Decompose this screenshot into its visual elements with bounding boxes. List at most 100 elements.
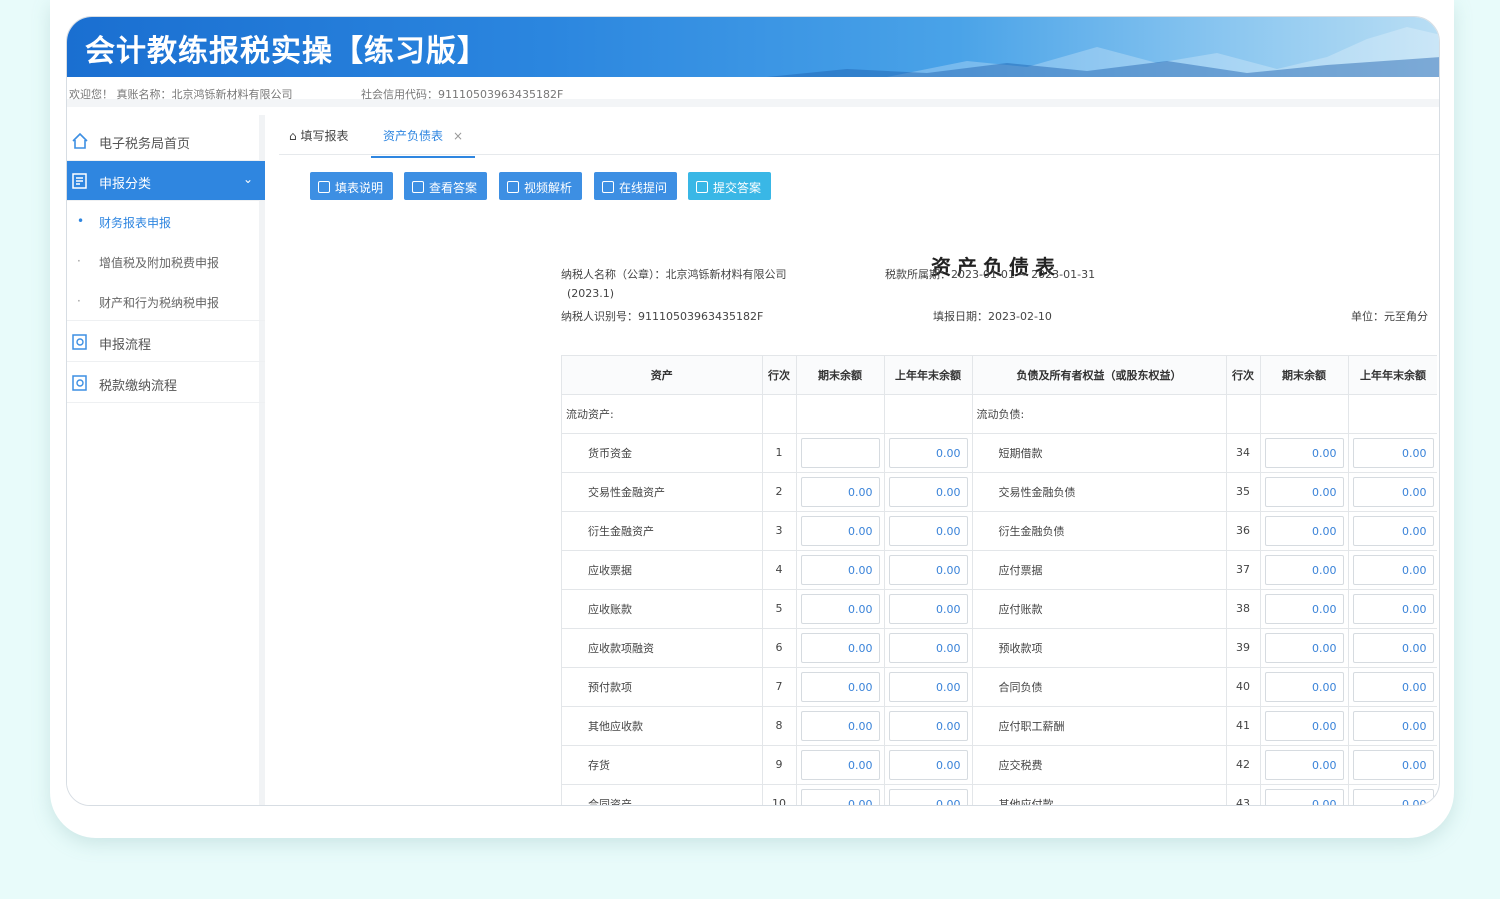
liability-line-no: 42 [1226,745,1261,785]
section-label-current-liabilities: 流动负债: [972,394,1227,434]
asset-prev-balance-input[interactable]: 0.00 [888,554,968,585]
table-row: 应收票据 4 0.00 0.00 应付票据 37 0.00 0.00 [562,550,1437,590]
liability-end-balance-input[interactable]: 0.00 [1264,554,1344,585]
liability-end-balance-input[interactable]: 0.00 [1264,515,1344,546]
header-liabilities-equity: 负债及所有者权益（或股东权益） [972,356,1227,395]
liability-line-no: 39 [1226,628,1261,668]
asset-end-balance-input[interactable]: 0.00 [800,710,880,741]
asset-prev-balance-input[interactable]: 0.00 [888,710,968,741]
liability-name: 短期借款 [972,433,1227,473]
tab-balance-sheet[interactable]: 资产负债表 × [371,127,476,158]
section-row: 流动资产: 流动负债: [562,394,1437,434]
asset-end-balance-input[interactable]: 0.00 [800,515,880,546]
asset-end-balance-input[interactable]: 0.00 [800,749,880,780]
liability-name: 应付职工薪酬 [972,706,1227,746]
value-cell: 0.00 [1260,589,1349,629]
value-cell: 0.00 [884,706,973,746]
asset-end-balance-input[interactable]: 0.00 [800,788,880,805]
fill-date: 填报日期：2023-02-10 [933,310,1052,323]
liability-prev-balance-input[interactable]: 0.00 [1352,632,1434,663]
unit-label: 单位：元至角分 [1351,310,1428,323]
liability-name: 衍生金融负债 [972,511,1227,551]
sidebar-item-label: 申报流程 [99,338,152,353]
asset-name: 应收票据 [562,550,763,590]
header-end-balance: 期末余额 [796,356,885,395]
sidebar-subitem-financial-report[interactable]: • 财务报表申报 [67,201,265,241]
asset-end-balance-input[interactable]: 0.00 [800,632,880,663]
value-cell: 0.00 [884,589,973,629]
liability-line-no: 35 [1226,472,1261,512]
value-cell [796,433,885,473]
asset-end-balance-input[interactable]: 0.00 [800,554,880,585]
value-cell: 0.00 [884,550,973,590]
home-icon [72,132,88,149]
asset-prev-balance-input[interactable]: 0.00 [888,515,968,546]
asset-name: 其他应收款 [562,706,763,746]
liability-end-balance-input[interactable]: 0.00 [1264,671,1344,702]
liability-prev-balance-input[interactable]: 0.00 [1352,476,1434,507]
header-prev-year-balance: 上年年末余额 [884,356,973,395]
app-banner: 会计教练报税实操【练习版】 [67,17,1439,77]
value-cell: 0.00 [1260,628,1349,668]
liability-prev-balance-input[interactable]: 0.00 [1352,671,1434,702]
liability-end-balance-input[interactable]: 0.00 [1264,749,1344,780]
liability-end-balance-input[interactable]: 0.00 [1264,710,1344,741]
liability-end-balance-input[interactable]: 0.00 [1264,593,1344,624]
asset-prev-balance-input[interactable]: 0.00 [888,788,968,805]
sidebar-subitem-property-tax[interactable]: · 财产和行为税纳税申报 [67,281,265,321]
sidebar-item-declaration-flow[interactable]: 申报流程 [67,322,265,362]
liability-name: 应付票据 [972,550,1227,590]
asset-prev-balance-input[interactable]: 0.00 [888,749,968,780]
liability-prev-balance-input[interactable]: 0.00 [1352,593,1434,624]
asset-prev-balance-input[interactable]: 0.00 [888,593,968,624]
fill-instructions-button[interactable]: 填表说明 [310,172,394,200]
asset-end-balance-input[interactable]: 0.00 [800,593,880,624]
table-row: 衍生金融资产 3 0.00 0.00 衍生金融负债 36 0.00 0.00 [562,511,1437,551]
sidebar-item-declaration-category[interactable]: 申报分类 ⌄ [67,161,265,201]
close-icon[interactable]: × [453,129,463,143]
chevron-down-icon: ⌄ [242,172,253,186]
liability-prev-balance-input[interactable]: 0.00 [1352,554,1434,585]
asset-prev-balance-input[interactable]: 0.00 [888,671,968,702]
asset-line-no: 4 [762,550,797,590]
value-cell: 0.00 [1348,667,1437,707]
tab-fill-report[interactable]: ⌂ 填写报表 [289,127,348,144]
asset-end-balance-input[interactable]: 0.00 [800,671,880,702]
value-cell: 0.00 [796,589,885,629]
liability-end-balance-input[interactable]: 0.00 [1264,476,1344,507]
bullet-icon: · [77,254,81,268]
liability-prev-balance-input[interactable]: 0.00 [1352,710,1434,741]
asset-prev-balance-input[interactable]: 0.00 [888,437,968,468]
asset-prev-balance-input[interactable]: 0.00 [888,476,968,507]
sidebar-item-tax-payment-flow[interactable]: 税款缴纳流程 [67,363,265,403]
liability-prev-balance-input[interactable]: 0.00 [1352,515,1434,546]
value-cell: 0.00 [1260,433,1349,473]
value-cell: 0.00 [1260,511,1349,551]
submit-answer-button[interactable]: 提交答案 [688,172,772,200]
liability-line-no: 43 [1226,784,1261,805]
video-analysis-button[interactable]: 视频解析 [499,172,583,200]
button-label: 填表说明 [335,181,384,195]
asset-end-balance-input[interactable] [800,437,880,468]
value-cell: 0.00 [1260,706,1349,746]
asset-name: 衍生金融资产 [562,511,763,551]
liability-end-balance-input[interactable]: 0.00 [1264,632,1344,663]
asset-line-no: 6 [762,628,797,668]
sidebar-item-home[interactable]: 电子税务局首页 [67,121,265,161]
liability-prev-balance-input[interactable]: 0.00 [1352,749,1434,780]
value-cell: 0.00 [796,745,885,785]
asset-end-balance-input[interactable]: 0.00 [800,476,880,507]
liability-prev-balance-input[interactable]: 0.00 [1352,788,1434,805]
liability-prev-balance-input[interactable]: 0.00 [1352,437,1434,468]
liability-line-no: 36 [1226,511,1261,551]
liability-end-balance-input[interactable]: 0.00 [1264,788,1344,805]
online-question-button[interactable]: 在线提问 [594,172,678,200]
value-cell: 0.00 [1348,628,1437,668]
play-icon [507,181,519,193]
liability-end-balance-input[interactable]: 0.00 [1264,437,1344,468]
sidebar-subitem-vat[interactable]: · 增值税及附加税费申报 [67,241,265,281]
view-answer-button[interactable]: 查看答案 [404,172,488,200]
value-cell: 0.00 [796,550,885,590]
asset-prev-balance-input[interactable]: 0.00 [888,632,968,663]
liability-name: 其他应付款 [972,784,1227,805]
